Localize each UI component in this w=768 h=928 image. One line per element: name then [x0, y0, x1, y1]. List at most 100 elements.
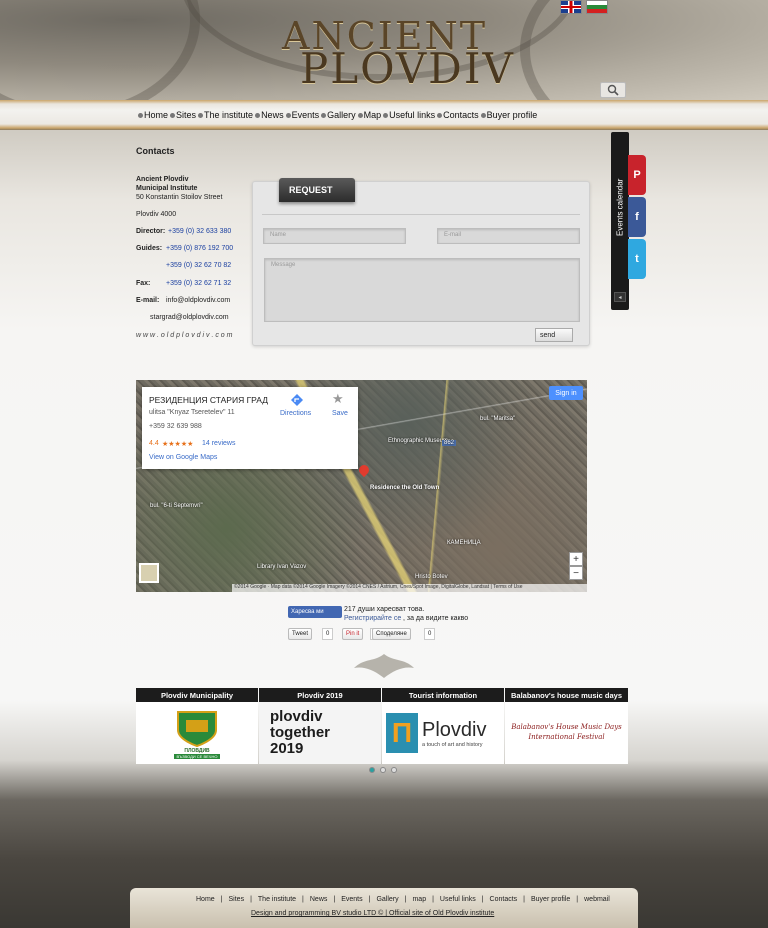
nav-bullet-icon [437, 112, 443, 118]
logo-line-2[interactable]: PLOVDIV [300, 44, 515, 93]
footer-link-events[interactable]: Events [341, 896, 362, 903]
english-flag-icon[interactable] [560, 0, 582, 14]
director-label: Director: [136, 228, 166, 235]
footer-link-sites[interactable]: Sites [229, 896, 245, 903]
footer-link-news[interactable]: News [310, 896, 328, 903]
name-field[interactable]: Name [263, 228, 406, 244]
map-label-museum: Ethnographic Museum [388, 438, 449, 444]
place-card: РЕЗИДЕНЦИЯ СТАРИЯ ГРАД ulitsa "Knyaz Tse… [142, 387, 358, 469]
guides-phone-1[interactable]: +359 (0) 876 192 700 [166, 245, 233, 252]
search-button[interactable] [600, 82, 626, 98]
footer-separator: | [576, 896, 579, 903]
send-button[interactable]: send [535, 328, 573, 342]
nav-item-sites[interactable]: Sites [170, 110, 196, 120]
director-phone[interactable]: +359 (0) 32 633 380 [168, 228, 231, 235]
footer-credit[interactable]: Design and programming BV studio LTD © |… [251, 910, 494, 917]
nav-item-map[interactable]: Map [357, 110, 382, 120]
pinit-button[interactable]: Pin it [342, 628, 364, 640]
nav-item-home[interactable]: Home [138, 110, 168, 120]
city-address: Plovdiv 4000 [136, 211, 177, 218]
nav-item-buyer-profile[interactable]: Buyer profile [480, 110, 538, 120]
map-label-botev: Hristo Botev [415, 574, 448, 580]
footer-link-map[interactable]: map [412, 896, 426, 903]
plovdiv-coat-of-arms-icon [177, 710, 217, 747]
map-label-kamenitsa: КАМЕНИЦА [447, 540, 481, 546]
star-icon[interactable]: ★ [332, 391, 344, 407]
twitter-icon[interactable]: t [628, 239, 646, 279]
footer-link-contacts[interactable]: Contacts [490, 896, 518, 903]
nav-item-label: News [261, 110, 284, 120]
nav-item-label: Sites [176, 110, 197, 120]
road-number-badge: 862 [442, 440, 457, 446]
map-label-residence: Residence the Old Town [370, 485, 440, 491]
nav-item-label: Buyer profile [486, 110, 538, 120]
place-rating: 4.4 [149, 440, 159, 447]
nav-item-news[interactable]: News [255, 110, 284, 120]
directions-icon[interactable] [290, 393, 304, 407]
save-button[interactable]: Save [332, 410, 348, 417]
footer-link-the-institute[interactable]: The institute [258, 896, 296, 903]
fb-register-text: , за да видите какво [403, 615, 469, 622]
fax-phone[interactable]: +359 (0) 32 62 71 32 [166, 280, 231, 287]
nav-bullet-icon [255, 112, 261, 118]
reviews-link[interactable]: 14 reviews [202, 440, 235, 447]
message-field[interactable]: Message [264, 258, 580, 322]
facebook-icon[interactable]: f [628, 197, 646, 237]
map-sign-in-button[interactable]: Sign in [549, 386, 583, 400]
zoom-out-button[interactable]: − [569, 566, 583, 580]
collapse-arrow-icon[interactable]: ◂ [614, 292, 626, 302]
directions-button[interactable]: Directions [280, 410, 311, 417]
guides-phone-2[interactable]: +359 (0) 32 62 70 82 [166, 262, 231, 269]
gplus-share-button[interactable]: Споделяне [372, 628, 411, 640]
tourist-logo-tagline: a touch of art and history [422, 741, 483, 748]
carousel-dot-3[interactable] [391, 767, 397, 773]
place-name: РЕЗИДЕНЦИЯ СТАРИЯ ГРАД [149, 395, 268, 405]
partner-title-2019: Plovdiv 2019 [259, 688, 381, 702]
footer-link-gallery[interactable]: Gallery [376, 896, 398, 903]
nav-item-contacts[interactable]: Contacts [437, 110, 479, 120]
facebook-like-button[interactable]: Харесва ми [288, 606, 342, 618]
carousel-dot-1[interactable] [369, 767, 375, 773]
email-info[interactable]: info@oldplovdiv.com [166, 297, 230, 304]
partner-title-tourist: Tourist information [382, 688, 504, 702]
events-calendar-label[interactable]: Events calendar [611, 132, 629, 282]
pinterest-icon[interactable]: P [628, 155, 646, 195]
magnifier-icon [607, 84, 619, 96]
nav-item-events[interactable]: Events [285, 110, 319, 120]
map-type-toggle[interactable] [139, 563, 159, 583]
footer-link-webmail[interactable]: webmail [584, 896, 610, 903]
partner-2019-link[interactable]: plovdiv together 2019 [259, 702, 381, 764]
carousel-dot-2[interactable] [380, 767, 386, 773]
zoom-in-button[interactable]: + [569, 552, 583, 566]
footer-link-home[interactable]: Home [196, 896, 215, 903]
footer-link-useful-links[interactable]: Useful links [440, 896, 476, 903]
request-tab[interactable]: REQUEST [279, 178, 355, 202]
nav-item-the-institute[interactable]: The institute [198, 110, 253, 120]
partner-tourist-link[interactable]: Π Plovdiv a touch of art and history [382, 702, 504, 764]
municipality-logo-motto: ВЪЗВОДИ СЕ ВЕЧНО [173, 753, 221, 759]
bulgarian-flag-icon[interactable] [586, 0, 608, 14]
fb-register-link[interactable]: Регистрирайте се [344, 615, 401, 622]
org-name: Ancient Plovdiv [136, 176, 189, 183]
nav-item-label: Map [363, 110, 382, 120]
tweet-button[interactable]: Tweet [288, 628, 313, 640]
nav-item-label: The institute [204, 110, 254, 120]
footer-link-buyer-profile[interactable]: Buyer profile [531, 896, 570, 903]
nav-item-gallery[interactable]: Gallery [321, 110, 356, 120]
nav-bullet-icon [321, 112, 327, 118]
nav-item-useful-links[interactable]: Useful links [383, 110, 435, 120]
partner-title-balabanov: Balabanov's house music days [505, 688, 628, 702]
partner-municipality-link[interactable]: ПЛОВДИВ ВЪЗВОДИ СЕ ВЕЧНО [136, 702, 258, 764]
nav-bullet-icon [170, 112, 176, 118]
org-subname: Municipal Institute [136, 185, 198, 192]
map-label-maritsa: bul. "Maritsa" [480, 416, 516, 422]
email-stargrad[interactable]: stargrad@oldplovdiv.com [150, 314, 229, 321]
footer-separator: | [523, 896, 525, 903]
nav-bullet-icon [285, 112, 291, 118]
balabanov-logo-text: Balabanov's House Music Days Internation… [511, 723, 622, 741]
partner-balabanov-link[interactable]: Balabanov's House Music Days Internation… [505, 702, 628, 764]
gplus-count: 0 [424, 628, 436, 640]
email-field[interactable]: E-mail [437, 228, 580, 244]
website-link[interactable]: w w w . o l d p l o v d i v . c o m [136, 332, 232, 339]
view-on-google-maps-link[interactable]: View on Google Maps [149, 454, 217, 461]
